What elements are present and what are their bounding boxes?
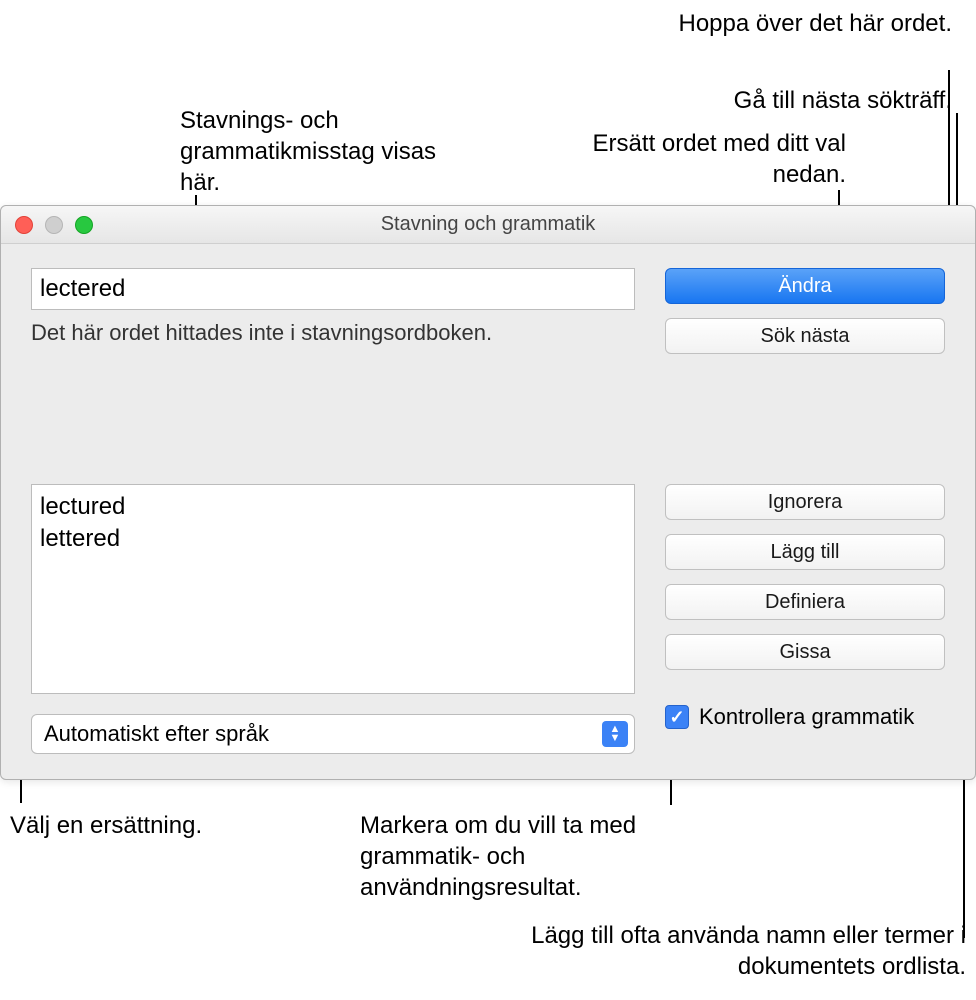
check-grammar-checkbox[interactable]: ✓ (665, 705, 689, 729)
language-select-value: Automatiskt efter språk (44, 721, 269, 747)
window-title: Stavning och grammatik (1, 213, 975, 236)
define-button[interactable]: Definiera (665, 584, 945, 620)
callout-choose: Välj en ersättning. (10, 810, 210, 841)
callout-grammar: Markera om du vill ta med grammatik- och… (360, 810, 680, 904)
add-button[interactable]: Lägg till (665, 534, 945, 570)
titlebar: Stavning och grammatik (1, 206, 975, 244)
language-select[interactable]: Automatiskt efter språk ▲▼ (31, 714, 635, 754)
guess-button[interactable]: Gissa (665, 634, 945, 670)
list-item[interactable]: lettered (40, 523, 626, 555)
spelling-grammar-window: Stavning och grammatik Det här ordet hit… (0, 205, 976, 780)
ignore-button[interactable]: Ignorera (665, 484, 945, 520)
suggestions-list[interactable]: lectured lettered (31, 484, 635, 694)
callout-mistakes: Stavnings- och grammatikmisstag visas hä… (180, 105, 460, 199)
updown-icon: ▲▼ (602, 721, 628, 747)
callout-next: Gå till nästa sökträff. (602, 85, 952, 116)
callout-replace: Ersätt ordet med ditt val nedan. (546, 128, 846, 190)
callout-add: Lägg till ofta använda namn eller termer… (426, 920, 966, 982)
check-grammar-label: Kontrollera grammatik (699, 704, 914, 730)
callout-skip: Hoppa över det här ordet. (652, 8, 952, 39)
list-item[interactable]: lectured (40, 491, 626, 523)
misspelled-word-input[interactable] (31, 268, 635, 310)
status-text: Det här ordet hittades inte i stavningso… (31, 320, 635, 346)
change-button[interactable]: Ändra (665, 268, 945, 304)
find-next-button[interactable]: Sök nästa (665, 318, 945, 354)
